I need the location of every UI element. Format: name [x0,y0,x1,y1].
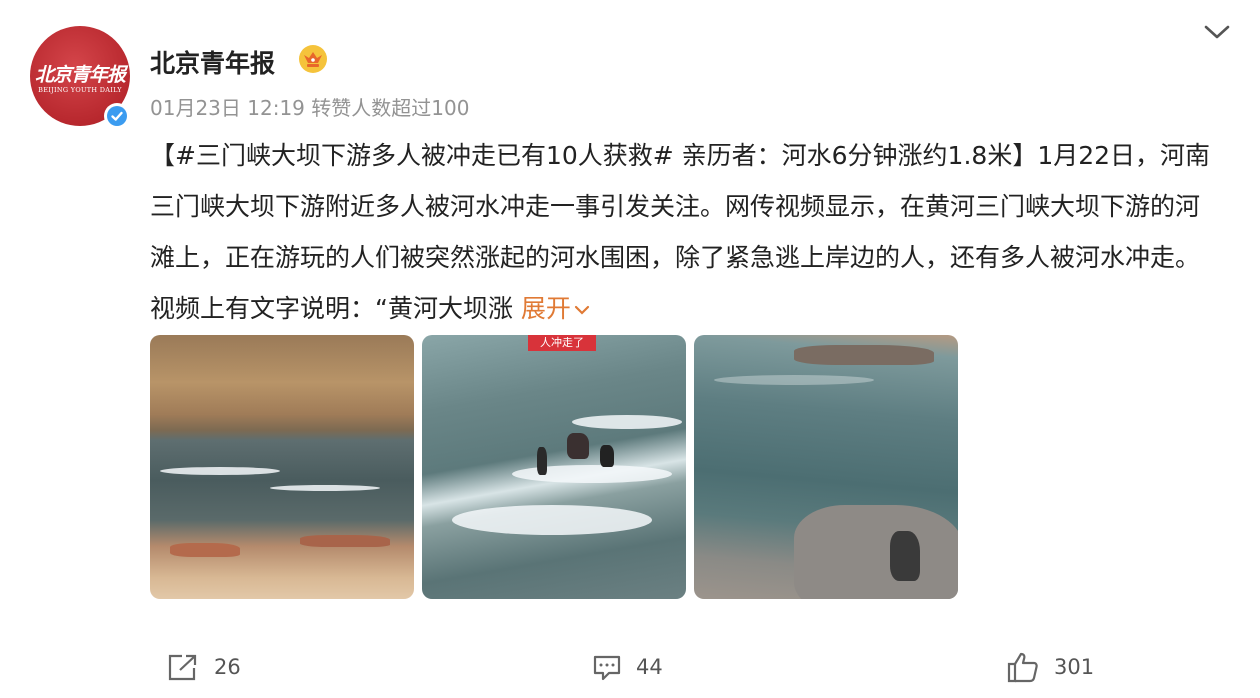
chevron-down-icon [574,305,590,315]
author-name[interactable]: 北京青年报 [150,44,275,80]
post-body: 【#三门峡大坝下游多人被冲走已有10人获救# 亲历者：河水6分钟涨约1.8米】1… [150,141,1211,323]
post-meta: 01月23日 12:19 转赞人数超过100 [150,92,469,121]
post-photo-1[interactable] [150,335,414,599]
post-date[interactable]: 01月23日 [150,96,241,120]
like-icon [1007,652,1038,683]
crown-icon[interactable] [298,44,328,74]
like-button[interactable]: 301 [1006,650,1094,684]
expand-label: 展开 [520,294,571,323]
share-button[interactable]: 26 [166,650,241,684]
share-icon [168,654,197,681]
comment-count: 44 [636,655,663,679]
photo-banner: 人冲走了 [528,335,596,351]
comment-icon [593,655,621,681]
avatar-logo-text: 北京青年报 [34,64,126,86]
like-count: 301 [1054,655,1095,679]
post-photo-2[interactable]: 人冲走了 [422,335,686,599]
share-count: 26 [214,655,241,679]
post-text: 【#三门峡大坝下游多人被冲走已有10人获救# 亲历者：河水6分钟涨约1.8米】1… [150,130,1220,334]
avatar-logo-en: BEIJING YOUTH DAILY [38,86,122,94]
comment-button[interactable]: 44 [592,650,663,684]
expand-link[interactable]: 展开 [521,294,591,323]
likes-note: 转赞人数超过100 [311,96,470,120]
post-photo-3[interactable] [694,335,958,599]
verified-icon [104,103,130,129]
chevron-down-icon[interactable] [1202,22,1232,42]
post-time[interactable]: 12:19 [247,96,305,120]
